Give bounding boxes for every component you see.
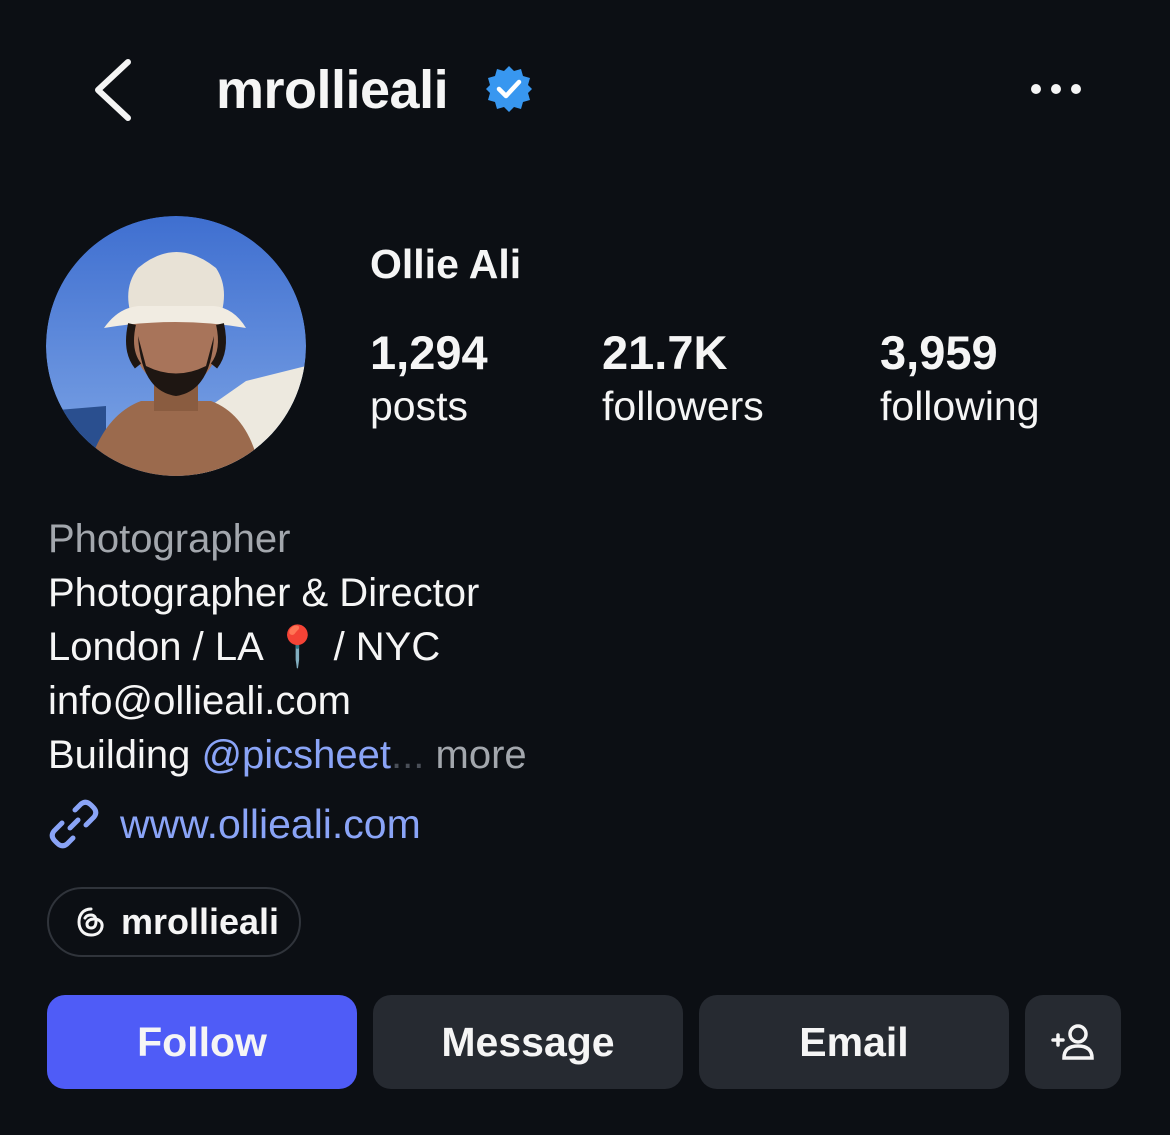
bio-line: Photographer & Director <box>48 571 480 615</box>
verified-badge-icon <box>486 66 532 112</box>
stat-label: following <box>880 383 1040 429</box>
bio-ellipsis: ... <box>391 733 425 777</box>
bio-line: Building @picsheet... more <box>48 728 527 782</box>
username-title: mrollieali <box>216 60 449 120</box>
stat-label: posts <box>370 383 468 429</box>
link-icon <box>49 799 99 849</box>
threads-handle: mrollieali <box>121 901 280 942</box>
website-url[interactable]: www.ollieali.com <box>120 801 421 848</box>
mention-link[interactable]: @picsheet <box>201 733 391 777</box>
add-user-icon <box>1051 1024 1094 1060</box>
following-count[interactable]: 3,959 following <box>880 326 1040 432</box>
threads-icon <box>77 907 104 937</box>
followers-count[interactable]: 21.7K followers <box>602 326 764 432</box>
bio-line[interactable]: info@ollieali.com <box>48 674 527 728</box>
bio-text: Building <box>48 733 202 777</box>
stat-value: 3,959 <box>880 326 998 379</box>
suggested-users-button[interactable] <box>1025 995 1121 1089</box>
email-button[interactable]: Email <box>699 995 1009 1089</box>
display-name: Ollie Ali <box>370 241 522 287</box>
bio: Photographer Photographer & Director Lon… <box>48 512 527 782</box>
follow-button[interactable]: Follow <box>47 995 357 1089</box>
website-link[interactable]: www.ollieali.com <box>48 796 421 852</box>
stat-value: 21.7K <box>602 326 728 379</box>
back-arrow-icon[interactable] <box>92 58 136 122</box>
posts-count[interactable]: 1,294 posts <box>370 326 488 432</box>
profile-avatar[interactable] <box>46 216 306 476</box>
profile-category: Photographer <box>48 517 291 561</box>
stat-value: 1,294 <box>370 326 488 379</box>
threads-badge[interactable]: mrollieali <box>47 887 301 957</box>
bio-line: London / LA 📍 / NYC <box>48 625 441 669</box>
message-button[interactable]: Message <box>373 995 683 1089</box>
more-options-icon[interactable] <box>1028 80 1084 98</box>
stat-label: followers <box>602 383 764 429</box>
more-link[interactable]: more <box>436 733 527 777</box>
